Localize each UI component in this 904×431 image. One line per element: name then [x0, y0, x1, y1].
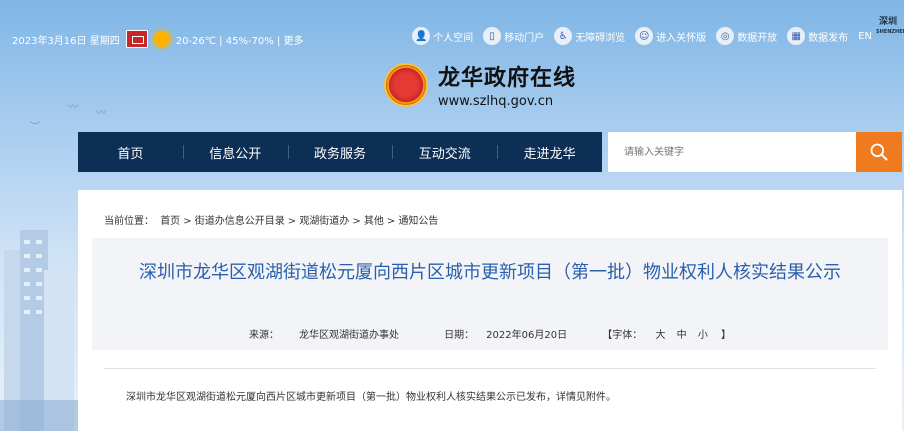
breadcrumb: 当前位置： 首页 > 街道办信息公开目录 > 观湖街道办 > 其他 > 通知公告 — [104, 216, 439, 227]
building-illustration — [0, 230, 80, 431]
font-size-medium[interactable]: 中 — [677, 330, 687, 341]
date-value: 2022年06月20日 — [486, 330, 568, 341]
font-size-small[interactable]: 小 — [698, 330, 708, 341]
divider — [104, 368, 876, 369]
link-mobile[interactable]: ▯ 移动门户 — [483, 27, 544, 45]
link-data-publish[interactable]: ▦ 数据发布 — [787, 27, 848, 45]
article-body: 深圳市龙华区观湖街道松元厦向西片区城市更新项目（第一批）物业权利人核实结果公示已… — [126, 392, 616, 403]
nav-home[interactable]: 首页 — [78, 132, 183, 172]
nav-gov-services[interactable]: 政务服务 — [287, 132, 393, 172]
link-label: 无障碍浏览 — [575, 32, 626, 44]
accessibility-icon: ♿ — [554, 27, 573, 45]
font-size-large[interactable]: 大 — [655, 330, 665, 341]
bird-icon: 〰 — [96, 108, 106, 119]
date-weather: 2023年3月16日 星期四 20-26℃ | 45%-70% | 更多 — [12, 30, 304, 48]
link-care[interactable]: ☺ 进入关怀版 — [635, 27, 706, 45]
article-meta: 来源： 龙华区观湖街道办事处 日期： 2022年06月20日 【字体： 大 中 小 … — [92, 326, 888, 341]
link-label: 数据开放 — [737, 32, 778, 44]
site-url: www.szlhq.gov.cn — [438, 94, 554, 109]
search-icon — [870, 143, 888, 161]
person-icon: 👤 — [412, 27, 431, 45]
national-emblem-icon — [384, 62, 428, 107]
article-header: 深圳市龙华区观湖街道松元厦向西片区城市更新项目（第一批）物业权利人核实结果公示 … — [92, 238, 888, 350]
nav-interaction[interactable]: 互动交流 — [392, 132, 497, 172]
content-card: 当前位置： 首页 > 街道办信息公开目录 > 观湖街道办 > 其他 > 通知公告 深圳市… — [78, 190, 902, 431]
calendar-icon — [125, 30, 148, 48]
search-input[interactable] — [608, 132, 856, 172]
breadcrumb-home[interactable]: 首页 — [160, 216, 180, 227]
link-accessibility[interactable]: ♿ 无障碍浏览 — [554, 27, 625, 45]
date-label: 日期： — [444, 330, 475, 341]
shenzhen-logo: 深圳 SHENZHEN — [876, 17, 904, 35]
sun-icon — [153, 31, 170, 47]
font-size-label: 【字体： — [602, 330, 643, 341]
font-size-close: 】 — [721, 330, 732, 341]
search-button[interactable] — [856, 132, 902, 172]
data-open-icon: ◎ — [716, 27, 735, 45]
bird-icon: ︶ — [30, 122, 40, 133]
link-label: 移动门户 — [504, 32, 545, 44]
link-label: 进入关怀版 — [656, 32, 707, 44]
breadcrumb-prefix: 当前位置： — [104, 216, 154, 227]
link-label: EN — [858, 30, 872, 42]
link-english[interactable]: EN — [858, 31, 872, 42]
top-links: 👤 个人空间 ▯ 移动门户 ♿ 无障碍浏览 ☺ 进入关怀版 ◎ 数据开放 ▦ 数… — [412, 27, 872, 45]
weather-text[interactable]: 20-26℃ | 45%-70% | 更多 — [176, 32, 304, 47]
source-value: 龙华区观湖街道办事处 — [298, 330, 399, 341]
nav-info-disclosure[interactable]: 信息公开 — [182, 132, 288, 172]
site-logo[interactable]: 龙华政府在线 www.szlhq.gov.cn — [384, 60, 576, 109]
nav-about-longhua[interactable]: 走进龙华 — [497, 132, 602, 172]
source-label: 来源： — [248, 330, 279, 341]
main-nav: 首页 信息公开 政务服务 互动交流 走进龙华 — [78, 132, 602, 172]
data-publish-icon: ▦ — [787, 27, 806, 45]
date-text: 2023年3月16日 星期四 — [12, 35, 120, 47]
site-title: 龙华政府在线 — [438, 66, 577, 91]
breadcrumb-item[interactable]: 街道办信息公开目录 — [195, 216, 285, 227]
link-label: 数据发布 — [808, 32, 849, 44]
breadcrumb-item[interactable]: 观湖街道办 — [299, 216, 349, 227]
link-data-open[interactable]: ◎ 数据开放 — [716, 27, 777, 45]
link-label: 个人空间 — [433, 32, 474, 44]
bird-icon: 〰 — [68, 102, 78, 113]
care-icon: ☺ — [635, 27, 654, 45]
link-personal-space[interactable]: 👤 个人空间 — [412, 27, 473, 45]
mobile-icon: ▯ — [483, 27, 502, 45]
breadcrumb-item[interactable]: 其他 — [364, 216, 384, 227]
search-bar — [608, 132, 902, 172]
breadcrumb-item[interactable]: 通知公告 — [398, 216, 438, 227]
article-title: 深圳市龙华区观湖街道松元厦向西片区城市更新项目（第一批）物业权利人核实结果公示 — [139, 262, 841, 283]
